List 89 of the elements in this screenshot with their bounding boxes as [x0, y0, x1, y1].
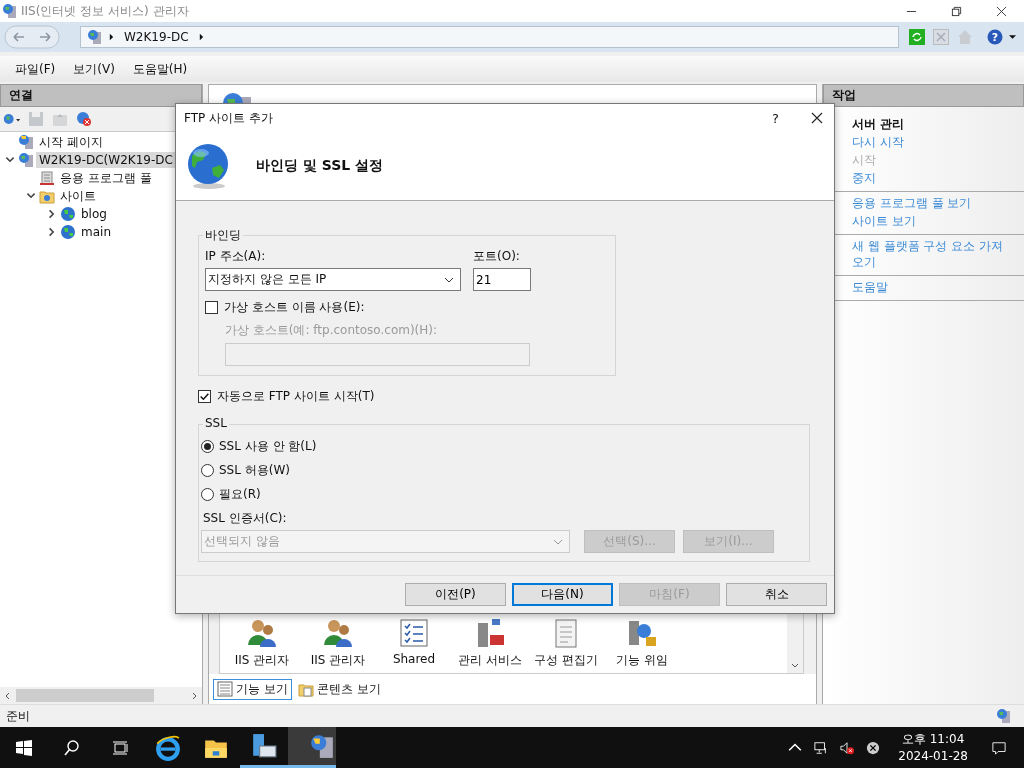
dropdown-caret-icon	[444, 276, 454, 283]
server-toolbox-icon[interactable]	[251, 733, 277, 759]
horizontal-scrollbar[interactable]	[0, 687, 202, 704]
app-pool-icon	[39, 170, 55, 186]
dialog-heading: 바인딩 및 SSL 설정	[256, 157, 384, 175]
help-icon[interactable]: ?	[987, 29, 1003, 45]
checkbox-label[interactable]: 가상 호스트 이름 사용(E):	[224, 299, 365, 316]
menu-item[interactable]: 도움말(H)	[123, 60, 197, 78]
radio-button[interactable]	[201, 440, 214, 454]
checklist-icon[interactable]	[398, 617, 430, 649]
view-tab[interactable]: 기능 보기	[213, 678, 292, 700]
wizard-button[interactable]: 이전(P)	[405, 583, 506, 606]
globe-icon	[60, 224, 76, 240]
globe-disconnect-icon[interactable]	[75, 111, 93, 127]
breadcrumb-arrow-icon[interactable]	[198, 33, 204, 41]
tree-item[interactable]: 시작 페이지	[36, 132, 106, 152]
scroll-right-icon[interactable]	[190, 691, 198, 700]
feature-label[interactable]: IIS 관리자	[234, 652, 290, 669]
close-icon[interactable]	[996, 5, 1007, 17]
users-icon[interactable]	[322, 617, 354, 649]
ip-label: IP 주소(A):	[205, 248, 267, 265]
wizard-button[interactable]: 취소	[726, 583, 827, 606]
muted-speaker-icon[interactable]	[840, 740, 855, 755]
radio-button[interactable]	[201, 487, 214, 501]
host-label: 가상 호스트(예: ftp.contoso.com)(H):	[225, 322, 439, 339]
radio-label[interactable]: SSL 사용 안 함(L)	[219, 438, 317, 456]
server-globe-icon	[87, 29, 103, 45]
globe-connect-icon[interactable]	[3, 111, 21, 127]
start-page-icon	[18, 134, 34, 150]
users-icon[interactable]	[246, 617, 278, 649]
dropdown-caret-icon	[553, 538, 563, 545]
tree-item[interactable]: blog	[78, 206, 110, 222]
checkbox[interactable]	[198, 390, 211, 403]
status-text: 준비	[6, 707, 30, 725]
window-title: IIS(인터넷 정보 서비스) 관리자	[21, 2, 189, 20]
feature-label[interactable]: 기능 위임	[616, 652, 668, 669]
certificate-label: SSL 인증서(C):	[203, 510, 288, 527]
checkbox-label[interactable]: 자동으로 FTP 사이트 시작(T)	[217, 388, 375, 405]
scroll-left-icon[interactable]	[4, 691, 12, 700]
list-icon	[217, 681, 233, 697]
menu-item[interactable]: 보기(V)	[64, 60, 124, 78]
menu-item[interactable]: 파일(F)	[6, 60, 65, 78]
tree-item[interactable]: main	[78, 224, 114, 240]
tree-item[interactable]: 응용 프로그램 풀	[57, 168, 155, 188]
group-legend: SSL	[203, 416, 229, 430]
tree-item[interactable]: W2K19-DC(W2K19-DC	[36, 152, 176, 168]
globe-icon	[60, 206, 76, 222]
task-view-icon[interactable]	[112, 739, 128, 756]
server-globe-icon	[2, 3, 18, 19]
radio-label[interactable]: SSL 허용(W)	[219, 462, 290, 479]
refresh-icon[interactable]	[909, 29, 925, 45]
port-label: 포트(O):	[473, 248, 521, 265]
error-icon[interactable]	[866, 740, 881, 755]
dialog-title: FTP 사이트 추가	[184, 109, 273, 127]
browser-e-icon[interactable]	[155, 734, 181, 761]
notification-icon[interactable]	[992, 740, 1006, 755]
server-globe-icon[interactable]	[308, 733, 335, 759]
panel-header: 작업	[823, 84, 1024, 107]
wizard-button[interactable]: 다음(N)	[512, 583, 613, 606]
view-tab[interactable]: 콘텐츠 보기	[293, 678, 385, 700]
feature-label[interactable]: IIS 관리자	[310, 652, 366, 669]
breadcrumb[interactable]: W2K19-DC	[120, 30, 193, 44]
feature-label[interactable]: 구성 편집기	[534, 652, 598, 669]
restore-icon[interactable]	[951, 5, 962, 17]
scroll-down-icon[interactable]	[791, 661, 799, 669]
breadcrumb-arrow-icon[interactable]	[109, 33, 114, 41]
server-globe-icon	[18, 152, 34, 168]
section-heading: 서버 관리	[851, 116, 906, 133]
feature-label[interactable]: Shared	[392, 652, 436, 666]
folder-document-icon	[297, 681, 314, 697]
checkbox[interactable]	[205, 301, 218, 314]
radio-label[interactable]: 필요(R)	[219, 485, 261, 503]
folder-icon	[39, 188, 55, 204]
network-icon[interactable]	[814, 740, 829, 755]
ip-address-dropdown[interactable]: 지정하지 않은 모든 IP	[205, 268, 461, 291]
panel-header: 연결	[0, 84, 202, 107]
radio-button[interactable]	[201, 464, 214, 477]
tree-item[interactable]: 사이트	[57, 186, 99, 206]
group-legend: 바인딩	[203, 227, 243, 244]
windows-start-icon[interactable]	[16, 739, 32, 756]
close-icon[interactable]	[811, 112, 823, 124]
clock[interactable]: 오후 11:04 2024-01-28	[898, 730, 968, 765]
help-button[interactable]: ?	[772, 110, 779, 126]
dropdown-caret-icon[interactable]	[1009, 35, 1016, 39]
server-globe-icon	[996, 708, 1012, 724]
port-field[interactable]: 21	[473, 268, 531, 291]
address-field[interactable]: W2K19-DC	[80, 26, 899, 48]
feature-label[interactable]: 관리 서비스	[458, 652, 522, 669]
search-icon[interactable]	[64, 739, 80, 756]
